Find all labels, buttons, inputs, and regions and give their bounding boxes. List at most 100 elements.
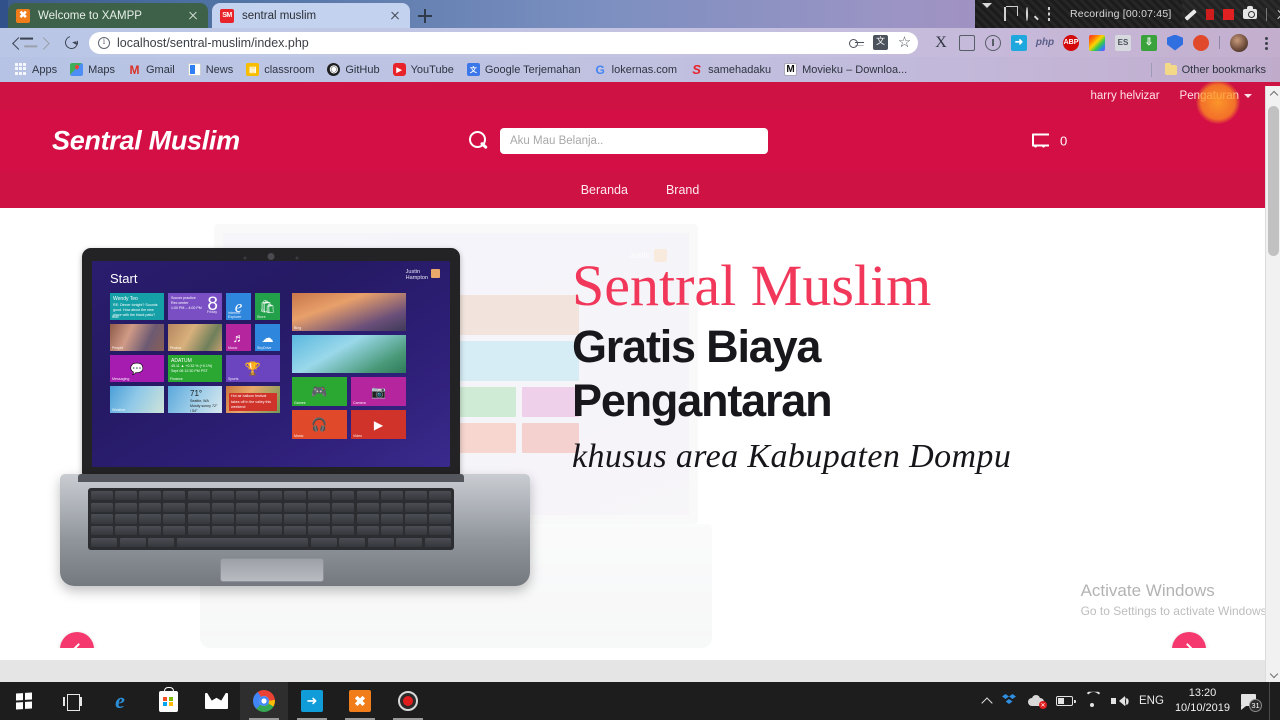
- chevron-down-icon[interactable]: [982, 2, 995, 21]
- xampp-button[interactable]: ✖: [336, 682, 384, 720]
- store-button[interactable]: [144, 682, 192, 720]
- tile-finance[interactable]: ADATUM 45.11 ▲ +0.32 % (+0.1%) Sept 08 1…: [168, 355, 222, 382]
- tile-photos[interactable]: Photos: [168, 324, 222, 351]
- new-tab-button[interactable]: [414, 5, 436, 27]
- circle-extension-icon[interactable]: [985, 34, 1001, 51]
- adblock-extension-icon[interactable]: ABP: [1063, 34, 1079, 51]
- blue-app-button[interactable]: ➜: [288, 682, 336, 720]
- close-icon[interactable]: [388, 9, 402, 23]
- volume-icon[interactable]: [1111, 695, 1128, 708]
- translate-icon[interactable]: [873, 34, 888, 50]
- avatar[interactable]: [1230, 33, 1248, 52]
- tile-mail[interactable]: Wendy Teo RE: Dinner tonight? Sounds goo…: [110, 293, 164, 320]
- forward-button[interactable]: [32, 30, 58, 56]
- tile-news[interactable]: Hot air balloon festival takes off in th…: [226, 386, 280, 413]
- tile-weather-info[interactable]: 71° Seattle, WA Mostly sunny 72° / 54°: [168, 386, 222, 413]
- chevron-up-icon[interactable]: [981, 697, 993, 709]
- site-logo[interactable]: Sentral Muslim: [52, 126, 240, 157]
- vertical-scrollbar[interactable]: [1265, 86, 1280, 682]
- onedrive-error-icon[interactable]: ✕: [1028, 695, 1048, 709]
- stop-icon[interactable]: [1223, 8, 1235, 20]
- tile-skydrive[interactable]: ☁ SkyDrive: [255, 324, 280, 351]
- edge-button[interactable]: e: [96, 682, 144, 720]
- bookmark-maps[interactable]: Maps: [64, 61, 121, 78]
- mail-button[interactable]: [192, 682, 240, 720]
- tile-people[interactable]: People: [110, 324, 164, 351]
- bookmark-samehadaku[interactable]: S samehadaku: [684, 61, 777, 78]
- settings-dropdown[interactable]: Pengaturan: [1180, 90, 1252, 102]
- chrome-menu-button[interactable]: [1258, 35, 1274, 51]
- reload-button[interactable]: [58, 30, 84, 56]
- tile-games[interactable]: 🎮 Games: [292, 377, 347, 406]
- account-username[interactable]: harry helvizar: [1091, 90, 1160, 102]
- nav-item-beranda[interactable]: Beranda: [581, 183, 628, 197]
- pause-icon[interactable]: [1206, 8, 1215, 20]
- box-extension-icon[interactable]: [959, 34, 975, 51]
- green-download-extension-icon[interactable]: [1141, 34, 1157, 51]
- bookmark-classroom[interactable]: ▤ classroom: [240, 61, 320, 78]
- tile-internet-explorer[interactable]: e Internet Explorer: [226, 293, 251, 320]
- tile-photo-large[interactable]: [292, 335, 406, 373]
- tile-calendar[interactable]: Soccer practice Rec center 1:00 PM – 4:0…: [168, 293, 222, 320]
- rainbow-extension-icon[interactable]: [1089, 34, 1105, 51]
- bookmark-gmail[interactable]: M Gmail: [122, 61, 181, 78]
- language-indicator[interactable]: ENG: [1139, 695, 1164, 707]
- magnifier-icon[interactable]: [1026, 6, 1039, 21]
- clock[interactable]: 13:20 10/10/2019: [1175, 686, 1230, 716]
- search-icon[interactable]: [468, 131, 488, 151]
- nav-item-brand[interactable]: Brand: [666, 183, 699, 197]
- window-icon[interactable]: [1004, 6, 1017, 21]
- tile-messaging[interactable]: 💬 Messaging: [110, 355, 164, 382]
- tab-welcome-to-xampp[interactable]: ✖ Welcome to XAMPP: [8, 3, 208, 28]
- crop-icon[interactable]: [1048, 6, 1061, 21]
- start-button[interactable]: [0, 682, 48, 720]
- bookmark-github[interactable]: ◉ GitHub: [321, 61, 385, 78]
- blue-arrow-extension-icon[interactable]: [1011, 34, 1027, 51]
- es-extension-icon[interactable]: ES: [1115, 34, 1131, 51]
- tile-sports[interactable]: 🏆 Sports: [226, 355, 280, 382]
- back-button[interactable]: [6, 30, 32, 56]
- search-input[interactable]: [500, 128, 768, 154]
- scrollbar-thumb[interactable]: [1268, 106, 1279, 256]
- tile-music-red[interactable]: 🎧 Music: [292, 410, 347, 439]
- bookmark-apps[interactable]: Apps: [8, 61, 63, 78]
- cart-button[interactable]: 0: [1032, 133, 1067, 149]
- password-key-icon[interactable]: [849, 35, 864, 50]
- scroll-up-button[interactable]: [1266, 86, 1280, 101]
- other-bookmarks-button[interactable]: Other bookmarks: [1159, 62, 1272, 78]
- chrome-button[interactable]: [240, 682, 288, 720]
- tile-weather[interactable]: Weather: [110, 386, 164, 413]
- tile-bing[interactable]: Bing: [292, 293, 406, 331]
- tab-sentral-muslim[interactable]: SM sentral muslim: [212, 3, 410, 28]
- tile-camera[interactable]: 📷 Camera: [351, 377, 406, 406]
- php-extension-icon[interactable]: php: [1036, 35, 1054, 51]
- tile-store[interactable]: 🛍 Store: [255, 293, 280, 320]
- carousel-next-button[interactable]: [1172, 632, 1206, 648]
- bookmark-lokernas[interactable]: G lokernas.com: [588, 61, 683, 78]
- tomato-timer-extension-icon[interactable]: [1193, 34, 1209, 51]
- task-view-button[interactable]: [48, 682, 96, 720]
- tile-music[interactable]: ♬ Music: [226, 324, 251, 351]
- bookmark-movieku[interactable]: M Movieku – Downloa...: [778, 61, 913, 78]
- tile-video[interactable]: ▶ Video: [351, 410, 406, 439]
- notifications-button[interactable]: 31: [1241, 693, 1262, 712]
- site-info-icon[interactable]: [98, 36, 110, 49]
- bookmark-star-icon[interactable]: ☆: [897, 35, 912, 50]
- recorder-button[interactable]: [384, 682, 432, 720]
- x-extension-icon[interactable]: X: [933, 34, 949, 51]
- address-bar[interactable]: localhost/sentral-muslim/index.php ☆: [89, 31, 918, 54]
- battery-icon[interactable]: [1056, 696, 1076, 706]
- carousel-prev-button[interactable]: [60, 632, 94, 648]
- pencil-icon[interactable]: [1184, 8, 1197, 21]
- close-icon[interactable]: [1276, 8, 1280, 20]
- camera-icon[interactable]: [1243, 6, 1258, 19]
- bookmark-news[interactable]: News: [182, 61, 240, 78]
- bookmark-google-terjemahan[interactable]: 文 Google Terjemahan: [461, 61, 587, 78]
- show-desktop-button[interactable]: [1269, 682, 1274, 720]
- scroll-down-button[interactable]: [1266, 667, 1280, 682]
- dropbox-icon[interactable]: [1002, 694, 1017, 708]
- shield-extension-icon[interactable]: [1167, 34, 1183, 51]
- close-icon[interactable]: [186, 9, 200, 23]
- wifi-icon[interactable]: [1084, 695, 1100, 707]
- bookmark-youtube[interactable]: ▶ YouTube: [387, 61, 460, 78]
